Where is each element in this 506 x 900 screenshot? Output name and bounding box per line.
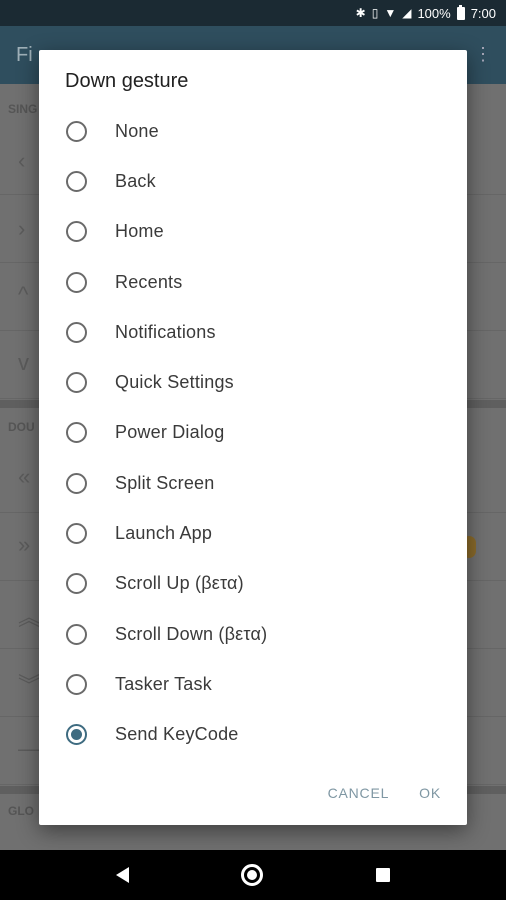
radio-option-launch-app[interactable]: Launch App: [39, 508, 467, 558]
overflow-menu-icon: ⋮: [474, 44, 492, 64]
lte-signal-icon: ◢: [402, 6, 412, 20]
radio-option-scroll-up[interactable]: Scroll Up (βετα): [39, 559, 467, 609]
option-list: None Back Home Recents Notifications Quick Se…: [39, 106, 467, 760]
radio-button[interactable]: [66, 573, 87, 595]
radio-button[interactable]: [66, 724, 87, 746]
clock: 7:00: [470, 5, 496, 21]
radio-option-scroll-down[interactable]: Scroll Down (βετα): [39, 609, 467, 659]
chevron-left-icon: ‹: [18, 148, 26, 173]
radio-option-tasker-task[interactable]: Tasker Task: [39, 659, 467, 709]
double-chevron-down-icon: ︾: [18, 673, 41, 698]
radio-option-notifications[interactable]: Notifications: [39, 307, 467, 357]
radio-option-send-keycode[interactable]: Send KeyCode: [39, 710, 467, 760]
radio-button[interactable]: [66, 372, 87, 394]
recents-icon[interactable]: [375, 868, 390, 882]
radio-option-none[interactable]: None: [39, 106, 467, 156]
back-icon[interactable]: [116, 867, 130, 883]
battery-percent: 100%: [417, 5, 451, 21]
down-gesture-dialog: Down gesture None Back Home Recents Notifica…: [39, 50, 467, 825]
app-title: Fi: [16, 43, 33, 66]
radio-option-quick-settings[interactable]: Quick Settings: [39, 357, 467, 407]
option-label: Split Screen: [115, 472, 215, 493]
dialog-title: Down gesture: [65, 70, 189, 92]
chevron-up-icon: ^: [18, 282, 29, 307]
section-header-single: SING: [8, 102, 38, 116]
radio-option-recents[interactable]: Recents: [39, 257, 467, 307]
option-label: Quick Settings: [115, 372, 234, 393]
option-label: Tasker Task: [115, 673, 212, 694]
radio-button[interactable]: [66, 120, 87, 142]
option-label: Notifications: [115, 321, 216, 342]
option-label: Launch App: [115, 523, 213, 544]
option-label: Power Dialog: [115, 422, 225, 443]
bluetooth-icon: ✱: [355, 6, 366, 20]
double-chevron-up-icon: ︽: [18, 605, 41, 630]
radio-option-power-dialog[interactable]: Power Dialog: [39, 408, 467, 458]
radio-button[interactable]: [66, 523, 87, 545]
radio-button[interactable]: [66, 623, 87, 645]
status-bar: ✱ ▯ ▼ ◢ 100% 7:00: [0, 0, 506, 26]
radio-option-split-screen[interactable]: Split Screen: [39, 458, 467, 508]
section-header-global: GLO: [8, 804, 34, 818]
cancel-button[interactable]: CANCEL: [328, 785, 390, 801]
radio-option-home[interactable]: Home: [39, 207, 467, 257]
dash-icon: —: [18, 736, 40, 761]
vibrate-icon: ▯: [371, 6, 379, 20]
dialog-actions: CANCEL OK: [328, 785, 441, 801]
option-label: Send KeyCode: [115, 724, 239, 745]
radio-button[interactable]: [66, 170, 87, 192]
option-label: Recents: [115, 271, 183, 292]
navigation-bar: [0, 850, 506, 900]
wifi-icon: ▼: [384, 6, 397, 20]
battery-icon: [456, 4, 465, 20]
chevron-right-icon: ›: [18, 216, 26, 241]
radio-button[interactable]: [66, 422, 87, 444]
chevron-down-icon: v: [18, 350, 29, 375]
option-label: None: [115, 120, 159, 141]
double-chevron-right-icon: »: [18, 532, 31, 557]
option-label: Back: [115, 170, 156, 191]
section-header-double: DOU: [8, 420, 35, 434]
option-label: Scroll Down (βετα): [115, 623, 268, 644]
home-icon[interactable]: [241, 864, 264, 886]
option-label: Scroll Up (βετα): [115, 573, 244, 594]
option-label: Home: [115, 221, 164, 242]
radio-button[interactable]: [66, 221, 87, 243]
ok-button[interactable]: OK: [419, 785, 441, 801]
radio-button[interactable]: [66, 472, 87, 494]
radio-option-back[interactable]: Back: [39, 156, 467, 206]
radio-button[interactable]: [66, 271, 87, 293]
radio-button[interactable]: [66, 673, 87, 695]
double-chevron-left-icon: «: [18, 464, 31, 489]
radio-button[interactable]: [66, 321, 87, 343]
